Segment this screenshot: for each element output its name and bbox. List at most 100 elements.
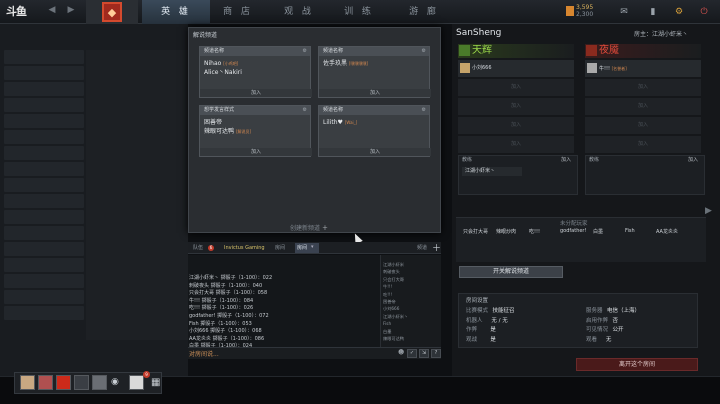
dire-slot[interactable]: 加入 [585,117,701,134]
create-channel-button[interactable]: 创建新频道 ＋ [290,223,328,232]
channel-card: 频道名称 ⚙ Lilith♥ [Wai_] 加入 [318,105,431,157]
tab-team-chat[interactable]: 队伍 [193,242,203,254]
channel-name: 频道名称 [323,107,344,113]
coach-label: 教练 [462,157,473,163]
channel-member: Lilith♥ [Wai_] [323,119,358,126]
mail-icon[interactable]: ✉ [617,5,631,19]
channel-settings-icon[interactable]: ⚙ [422,106,426,115]
channel-member: 辣眼可达鸭 [解说员] [204,128,252,135]
join-channel-button[interactable]: 加入 [200,148,312,156]
send-check-icon[interactable]: ✓ [407,349,417,358]
lobby-owner-label: 房主：江湖小虾米丶 [634,31,689,38]
join-channel-button[interactable]: 加入 [200,89,312,97]
join-channel-button[interactable]: 加入 [319,89,431,97]
radiant-slot[interactable]: 加入 [458,98,574,115]
chat-member[interactable]: 小刘666 [381,305,441,312]
avatar[interactable] [20,375,35,390]
coach-label: 教练 [589,157,600,163]
tab-arcade[interactable]: 游 廊 [395,0,453,24]
unassigned-player[interactable]: godfather! [560,228,587,234]
radiant-slot[interactable]: 小刘666 [458,60,574,77]
chevron-right-icon[interactable]: ▶ [705,206,712,216]
unread-badge: 6 [208,245,214,251]
list-item [4,178,84,192]
join-channel-button[interactable]: 加入 [319,148,431,156]
settings-right-column: 服务器 电信（上海） 启用作弊 否 可见情况 公开 观看 无 [586,308,640,343]
unassigned-player[interactable]: 白墨 [593,228,603,235]
list-item [4,306,84,320]
settings-left-column: 比赛模式 技能征召 机器人 无 / 无 作弊 是 观战 是 [466,308,515,343]
tab-store[interactable]: 商 店 [210,0,266,24]
dire-slot[interactable]: 加入 [585,136,701,153]
add-channel-icon[interactable]: ＋ [432,241,441,254]
channel-member: Nihao [小鸡吧] [204,60,239,67]
radiant-slot[interactable]: 加入 [458,136,574,153]
avatar[interactable] [38,375,53,390]
list-item [4,162,84,176]
chat-input-placeholder: 对房间说... [189,351,219,358]
chat-member[interactable]: 吃!!! [381,291,441,298]
channel-card: 想学发言样式 ⚙ 困善帝 辣眼可达鸭 [解说员] 加入 [199,105,312,157]
dire-slot[interactable]: 牛!!! [名誉者] [585,60,701,77]
party-leader-avatar[interactable] [129,375,144,390]
channel-member: 佐手玖黑 [嘿嘿嘿嘿] [323,60,369,67]
emoji-icon[interactable]: ☻ [398,349,404,356]
avatar[interactable] [92,375,107,390]
chat-member[interactable]: Fish [381,320,441,327]
tab-room-chat[interactable]: 房间 ▾ [295,243,319,253]
unassigned-player[interactable]: Fish [625,228,635,234]
channel-settings-icon[interactable]: ⚙ [303,47,307,56]
power-icon[interactable]: ⏻ [697,5,711,19]
unassigned-player[interactable]: 辣眼炒肉 [496,228,516,235]
list-item [4,194,84,208]
chat-member[interactable]: 牛!!! [381,283,441,290]
dota-home-button[interactable]: ◆ [86,0,138,24]
chat-member[interactable]: 白墨 [381,328,441,335]
mic-settings-icon[interactable]: ◉ [111,377,119,387]
back-arrow-icon[interactable]: ◀ [47,5,57,17]
dialog-title: 解说频道 [193,32,218,39]
tab-learn[interactable]: 训 练 [330,0,388,24]
dire-slot[interactable]: 加入 [585,79,701,96]
chat-member[interactable]: 困善帝 [381,298,441,305]
lobby-list-background [86,50,188,340]
forward-arrow-icon[interactable]: ▶ [66,5,76,17]
chat-member-list: 江湖小虾米 刺破夜头 只会打大哥 牛!!! 吃!!! 困善帝 小刘666 江湖小… [380,255,441,347]
tab-lobby-chat[interactable]: 房间 [275,242,285,254]
avatar[interactable] [74,375,89,390]
tab-channels[interactable]: 频道 [417,242,427,254]
chat-member[interactable]: 只会打大哥 [381,276,441,283]
radiant-slot[interactable]: 加入 [458,117,574,134]
party-menu-icon[interactable]: ▦ [151,377,160,388]
avatar[interactable] [56,375,71,390]
dire-slot[interactable]: 加入 [585,98,701,115]
leave-lobby-button[interactable]: 离开这个房间 [576,358,698,371]
channel-member: Alice丶Nakiri [204,69,242,76]
tab-watch[interactable]: 观 战 [270,0,328,24]
friends-icon[interactable]: ▮ [646,5,660,19]
room-settings-title: 房间设置 [466,298,489,304]
chat-message: 吃!!! 掷骰子（1-100）：026 [189,305,254,312]
help-icon[interactable]: ? [431,349,441,358]
chat-member[interactable]: 江湖小虾米丶 [381,313,441,320]
expand-icon[interactable]: ⇲ [419,349,429,358]
chat-member[interactable]: 刺破夜头 [381,268,441,275]
channel-settings-icon[interactable]: ⚙ [303,106,307,115]
unassigned-player[interactable]: 只会打大哥 [463,228,488,235]
avatar [587,63,597,73]
chat-member[interactable]: 辣眼可达鸭 [381,335,441,342]
toggle-caster-channel-button[interactable]: 开关解说频道 [459,266,563,278]
join-coach-button[interactable]: 加入 [688,156,698,165]
douyu-logo: 斗鱼 [6,5,27,18]
unassigned-player[interactable]: 吃!!! [529,228,540,235]
settings-gear-icon[interactable]: ⚙ [672,5,686,19]
tab-heroes[interactable]: 英 雄 [142,0,210,24]
chat-member[interactable]: 江湖小虾米 [381,261,441,268]
tab-guild-chat[interactable]: Invictus Gaming [224,242,265,254]
list-item [4,146,84,160]
unassigned-player[interactable]: AA龙炎炎 [656,228,678,235]
list-item [4,226,84,240]
channel-settings-icon[interactable]: ⚙ [422,47,426,56]
radiant-slot[interactable]: 加入 [458,79,574,96]
join-coach-button[interactable]: 加入 [561,156,571,165]
